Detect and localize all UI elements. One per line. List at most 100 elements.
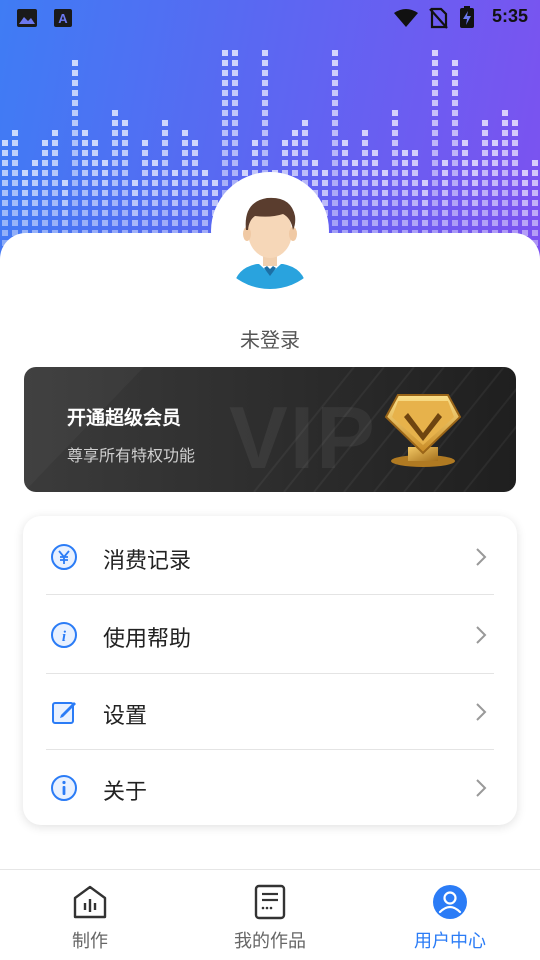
equalizer-square [42, 180, 48, 186]
nav-item-user-center[interactable]: 用户中心 [360, 870, 540, 960]
menu-item-settings[interactable]: 设置 [23, 673, 517, 751]
equalizer-square [352, 170, 358, 176]
equalizer-square [122, 150, 128, 156]
equalizer-square [352, 210, 358, 216]
vip-card[interactable]: VIP 开通超级会员 尊享所有特权功能 [24, 367, 516, 492]
equalizer-square [302, 130, 308, 136]
nav-label: 用户中心 [414, 931, 486, 952]
document-icon [254, 884, 286, 920]
equalizer-square [112, 150, 118, 156]
equalizer-square [432, 200, 438, 206]
equalizer-square [462, 190, 468, 196]
equalizer-square [2, 160, 8, 166]
equalizer-square [472, 200, 478, 206]
equalizer-square [332, 130, 338, 136]
equalizer-square [22, 200, 28, 206]
equalizer-square [152, 160, 158, 166]
equalizer-square [42, 200, 48, 206]
equalizer-square [442, 200, 448, 206]
avatar[interactable] [211, 172, 329, 290]
equalizer-square [42, 160, 48, 166]
equalizer-square [232, 70, 238, 76]
equalizer-square [442, 180, 448, 186]
equalizer-square [152, 170, 158, 176]
equalizer-square [332, 160, 338, 166]
equalizer-square [2, 230, 8, 236]
equalizer-square [502, 110, 508, 116]
equalizer-square [182, 170, 188, 176]
equalizer-square [342, 160, 348, 166]
equalizer-square [162, 190, 168, 196]
equalizer-square [62, 210, 68, 216]
equalizer-square [372, 160, 378, 166]
menu-item-about[interactable]: 关于 [23, 749, 517, 827]
equalizer-square [52, 190, 58, 196]
equalizer-square [112, 110, 118, 116]
equalizer-square [472, 180, 478, 186]
equalizer-square [312, 160, 318, 166]
menu-item-help[interactable]: i 使用帮助 [23, 596, 517, 674]
equalizer-square [62, 190, 68, 196]
equalizer-square [352, 220, 358, 226]
equalizer-square [502, 170, 508, 176]
equalizer-square [72, 110, 78, 116]
equalizer-square [332, 50, 338, 56]
equalizer-square [172, 220, 178, 226]
equalizer-square [202, 170, 208, 176]
equalizer-square [522, 220, 528, 226]
equalizer-square [152, 210, 158, 216]
equalizer-square [432, 70, 438, 76]
equalizer-square [142, 210, 148, 216]
equalizer-square [402, 160, 408, 166]
equalizer-square [342, 150, 348, 156]
nav-item-make[interactable]: 制作 [0, 870, 180, 960]
equalizer-square [12, 170, 18, 176]
login-status[interactable]: 未登录 [0, 324, 540, 353]
equalizer-square [142, 150, 148, 156]
equalizer-square [462, 180, 468, 186]
equalizer-square [372, 150, 378, 156]
equalizer-square [332, 120, 338, 126]
equalizer-square [252, 140, 258, 146]
equalizer-square [392, 210, 398, 216]
equalizer-square [22, 210, 28, 216]
equalizer-square [532, 170, 538, 176]
equalizer-square [492, 160, 498, 166]
equalizer-square [432, 210, 438, 216]
equalizer-square [282, 160, 288, 166]
equalizer-square [452, 70, 458, 76]
equalizer-square [72, 150, 78, 156]
equalizer-square [162, 140, 168, 146]
menu-item-consumption-records[interactable]: 消费记录 [23, 518, 517, 596]
equalizer-square [82, 220, 88, 226]
equalizer-square [92, 200, 98, 206]
equalizer-square [52, 200, 58, 206]
equalizer-square [52, 180, 58, 186]
equalizer-square [82, 130, 88, 136]
equalizer-square [32, 160, 38, 166]
equalizer-square [402, 190, 408, 196]
equalizer-square [432, 60, 438, 66]
equalizer-square [482, 190, 488, 196]
equalizer-square [2, 170, 8, 176]
equalizer-square [72, 70, 78, 76]
equalizer-square [162, 130, 168, 136]
nav-item-my-works[interactable]: 我的作品 [180, 870, 360, 960]
equalizer-square [332, 60, 338, 66]
equalizer-square [172, 190, 178, 196]
vip-watermark: VIP [229, 388, 377, 487]
equalizer-square [92, 170, 98, 176]
equalizer-square [342, 200, 348, 206]
equalizer-square [82, 190, 88, 196]
equalizer-square [202, 180, 208, 186]
equalizer-square [352, 190, 358, 196]
equalizer-square [32, 200, 38, 206]
equalizer-square [462, 140, 468, 146]
equalizer-square [482, 170, 488, 176]
equalizer-square [502, 160, 508, 166]
menu-label: 设置 [103, 704, 148, 729]
equalizer-square [92, 160, 98, 166]
equalizer-square [182, 220, 188, 226]
equalizer-square [532, 160, 538, 166]
equalizer-square [412, 220, 418, 226]
